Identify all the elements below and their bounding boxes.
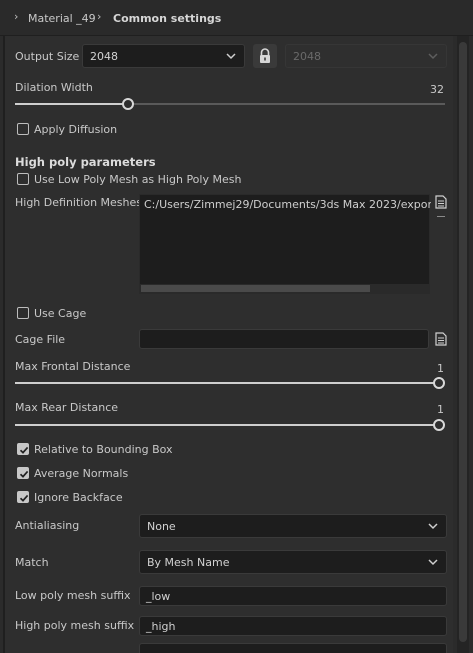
file-icon[interactable] — [435, 332, 447, 346]
output-size-label: Output Size — [15, 50, 80, 63]
use-cage-checkbox[interactable] — [17, 307, 29, 319]
max-rear-distance-track[interactable] — [15, 424, 440, 426]
relative-bbox-label: Relative to Bounding Box — [34, 443, 173, 456]
relative-bbox-checkbox[interactable] — [17, 443, 29, 455]
high-definition-meshes-list[interactable]: C:/Users/Zimmej29/Documents/3ds Max 2023… — [139, 194, 431, 294]
use-low-poly-checkbox[interactable] — [17, 173, 29, 185]
high-poly-suffix-label: High poly mesh suffix — [15, 619, 135, 632]
high-poly-suffix-value: _high — [146, 620, 176, 633]
high-poly-suffix-input[interactable]: _high — [139, 616, 447, 636]
baker-settings-window: › Material _49 › Common settings Output … — [0, 0, 473, 653]
dilation-width-label: Dilation Width — [15, 81, 93, 94]
apply-diffusion-checkbox[interactable] — [17, 123, 29, 135]
chevron-down-icon — [428, 53, 438, 60]
vertical-scrollbar[interactable] — [457, 36, 469, 653]
max-rear-distance-handle[interactable] — [433, 419, 445, 431]
file-icon[interactable] — [435, 195, 447, 209]
chevron-down-icon — [428, 523, 438, 530]
average-normals-checkbox[interactable] — [17, 467, 29, 479]
remove-mesh-icon[interactable] — [437, 216, 445, 217]
max-frontal-distance-value: 1 — [437, 362, 444, 375]
dilation-width-fill — [15, 103, 123, 105]
output-height-select: 2048 — [285, 44, 447, 68]
chevron-down-icon — [226, 53, 236, 60]
scrollbar-thumb[interactable] — [459, 42, 467, 642]
match-select[interactable]: By Mesh Name — [139, 550, 447, 574]
max-frontal-distance-label: Max Frontal Distance — [15, 360, 131, 373]
check-icon — [19, 446, 29, 454]
breadcrumb-material[interactable]: Material _49 — [28, 12, 96, 25]
average-normals-label: Average Normals — [34, 467, 129, 480]
cage-file-label: Cage File — [15, 333, 66, 346]
high-definition-meshes-label: High Definition Meshes — [15, 196, 142, 209]
chevron-down-icon — [428, 559, 438, 566]
check-icon — [19, 494, 29, 502]
horizontal-scrollbar-thumb[interactable] — [141, 285, 370, 292]
low-poly-suffix-input[interactable]: _low — [139, 586, 447, 606]
mesh-path-item[interactable]: C:/Users/Zimmej29/Documents/3ds Max 2023… — [144, 198, 431, 211]
antialiasing-select[interactable]: None — [139, 514, 447, 538]
chevron-right-icon: › — [14, 10, 19, 23]
antialiasing-value: None — [147, 520, 176, 533]
antialiasing-label: Antialiasing — [15, 519, 80, 532]
max-frontal-distance-track[interactable] — [15, 382, 440, 384]
high-poly-heading: High poly parameters — [15, 155, 156, 169]
horizontal-scrollbar[interactable] — [140, 284, 429, 293]
dilation-width-handle[interactable] — [122, 98, 134, 110]
low-poly-suffix-label: Low poly mesh suffix — [15, 589, 131, 602]
apply-diffusion-label: Apply Diffusion — [34, 123, 118, 136]
output-width-value: 2048 — [90, 50, 118, 63]
use-low-poly-label: Use Low Poly Mesh as High Poly Mesh — [34, 173, 242, 186]
lock-aspect-button[interactable] — [253, 44, 277, 68]
next-field-partial[interactable] — [139, 643, 447, 653]
max-rear-distance-value: 1 — [437, 403, 444, 416]
max-rear-distance-fill — [15, 424, 440, 426]
low-poly-suffix-value: _low — [146, 590, 171, 603]
match-label: Match — [15, 556, 49, 569]
check-icon — [19, 470, 29, 478]
max-frontal-distance-fill — [15, 382, 440, 384]
use-cage-label: Use Cage — [34, 307, 87, 320]
cage-file-input[interactable] — [139, 329, 429, 349]
max-frontal-distance-handle[interactable] — [433, 377, 445, 389]
match-value: By Mesh Name — [147, 556, 230, 569]
output-width-select[interactable]: 2048 — [82, 44, 245, 68]
breadcrumb-section: Common settings — [113, 12, 222, 25]
dilation-width-value: 32 — [430, 83, 444, 96]
max-rear-distance-label: Max Rear Distance — [15, 401, 119, 414]
dilation-width-track[interactable] — [15, 103, 445, 105]
ignore-backface-checkbox[interactable] — [17, 491, 29, 503]
ignore-backface-label: Ignore Backface — [34, 491, 123, 504]
breadcrumb: › Material _49 › Common settings — [0, 0, 473, 36]
output-height-value: 2048 — [293, 50, 321, 63]
lock-icon — [260, 48, 270, 63]
chevron-right-icon: › — [97, 10, 102, 23]
